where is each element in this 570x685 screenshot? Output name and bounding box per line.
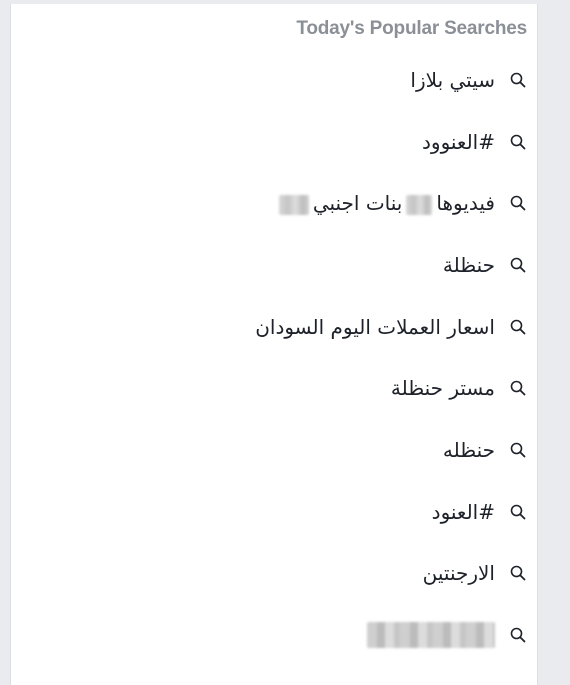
search-suggestion-item[interactable]: فيديوها بنات اجنبي: [11, 172, 537, 234]
search-suggestion-label: اسعار العملات اليوم السودان: [255, 314, 495, 339]
search-icon: [509, 71, 527, 89]
search-icon: [509, 318, 527, 336]
search-icon: [509, 379, 527, 397]
search-suggestion-item[interactable]: الارجنتين: [11, 543, 537, 605]
search-suggestion-label: #العنوود: [422, 129, 495, 154]
search-icon: [509, 626, 527, 644]
search-icon: [509, 503, 527, 521]
search-suggestion-item[interactable]: سيتي بلازا: [11, 49, 537, 111]
search-suggestion-item[interactable]: [11, 604, 537, 666]
search-icon: [509, 564, 527, 582]
search-suggestion-label: فيديوها بنات اجنبي: [275, 191, 495, 215]
redacted-text: [406, 194, 433, 215]
search-suggestion-label: #العنود: [431, 499, 495, 524]
popular-searches-list: سيتي بلازا #العنوود فيديوها بنات اجنبي حن…: [11, 49, 537, 666]
search-icon: [509, 133, 527, 151]
popular-searches-title: Today's Popular Searches: [296, 18, 527, 39]
search-suggestion-label-part: بنات اجنبي: [312, 191, 403, 216]
popular-searches-panel: Today's Popular Searches سيتي بلازا #الع…: [10, 4, 538, 685]
search-suggestion-label: حنظله: [442, 437, 495, 462]
search-suggestion-label: حنظلة: [442, 252, 495, 277]
search-suggestion-item[interactable]: مستر حنظلة: [11, 357, 537, 419]
redacted-search-label: [367, 622, 495, 649]
search-icon: [509, 256, 527, 274]
search-icon: [509, 194, 527, 212]
search-suggestion-label: الارجنتين: [422, 561, 495, 586]
search-suggestion-item[interactable]: اسعار العملات اليوم السودان: [11, 296, 537, 358]
redacted-text: [278, 194, 309, 215]
search-icon: [509, 441, 527, 459]
search-suggestion-label: سيتي بلازا: [410, 67, 495, 92]
search-suggestion-item[interactable]: #العنود: [11, 481, 537, 543]
search-suggestion-label: مستر حنظلة: [390, 376, 495, 401]
search-suggestion-item[interactable]: حنظله: [11, 419, 537, 481]
search-suggestion-item[interactable]: حنظلة: [11, 234, 537, 296]
search-suggestion-label-part: فيديوها: [436, 191, 495, 216]
search-suggestion-item[interactable]: #العنوود: [11, 111, 537, 173]
